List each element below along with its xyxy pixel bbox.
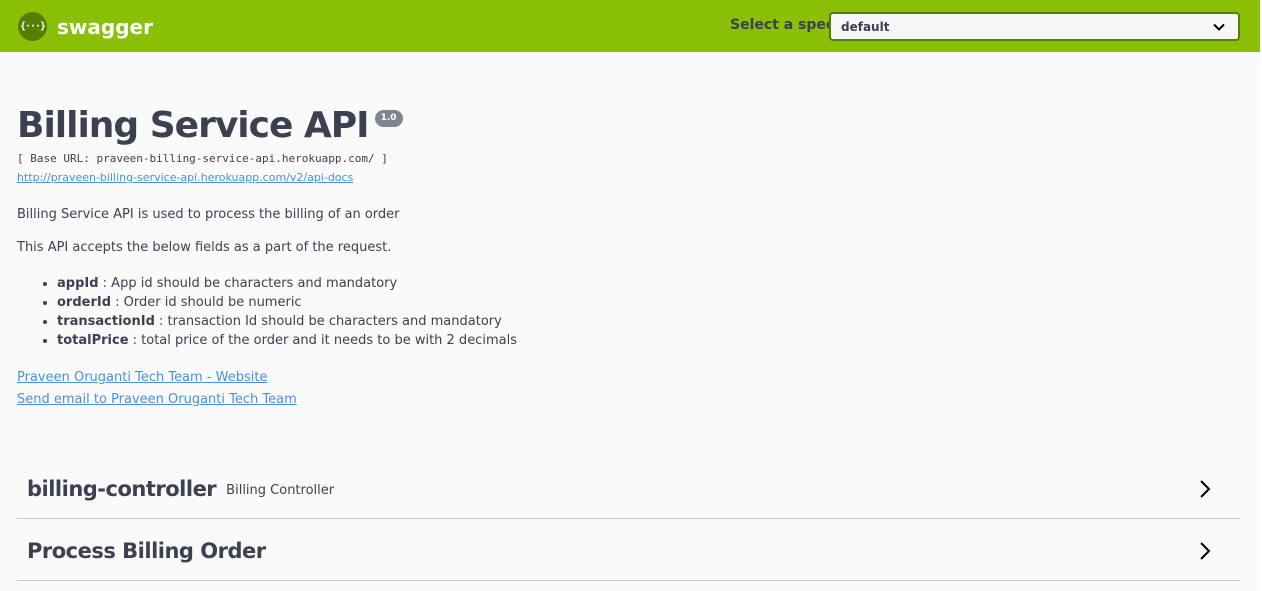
list-item: totalPrice : total price of the order an…: [57, 331, 1240, 350]
swagger-logo-icon: {···}: [18, 12, 47, 41]
field-name: appId: [57, 276, 99, 291]
chevron-right-icon[interactable]: [1198, 541, 1212, 561]
chevron-down-icon: [1213, 23, 1225, 31]
tag-description: Billing Controller: [226, 483, 335, 498]
api-description: Billing Service API is used to process t…: [17, 207, 400, 222]
list-item: transactionId : transaction Id should be…: [57, 312, 1240, 331]
tag-section-billing-controller[interactable]: billing-controller Billing Controller: [17, 460, 1240, 519]
fields-list: appId : App id should be characters and …: [57, 274, 1240, 350]
version-badge: 1.0: [374, 110, 403, 127]
base-url: [ Base URL: praveen-billing-service-api.…: [17, 152, 388, 165]
field-text: : App id should be characters and mandat…: [98, 276, 398, 291]
topbar: {···} swagger Select a spec default: [0, 0, 1260, 52]
swagger-logo-text: swagger: [57, 14, 153, 39]
swagger-logo[interactable]: {···} swagger: [18, 12, 153, 41]
api-docs-link[interactable]: http://praveen-billing-service-api.herok…: [17, 171, 1240, 184]
api-description-fields-intro: This API accepts the below fields as a p…: [17, 240, 392, 255]
field-text: : transaction Id should be characters an…: [154, 314, 502, 329]
api-title: Billing Service API: [17, 105, 370, 146]
tag-name: billing-controller: [27, 477, 217, 501]
field-name: totalPrice: [57, 333, 129, 348]
contact: Praveen Oruganti Tech Team - Website Sen…: [17, 367, 1240, 411]
title-row: Billing Service API 1.0: [17, 100, 1240, 152]
field-text: : total price of the order and it needs …: [128, 333, 517, 348]
spec-select-label: Select a spec: [730, 17, 835, 33]
list-item: orderId : Order id should be numeric: [57, 293, 1240, 312]
contact-email-link[interactable]: Send email to Praveen Oruganti Tech Team: [17, 389, 1240, 411]
spec-select[interactable]: default: [829, 12, 1240, 41]
api-info: Billing Service API 1.0 [ Base URL: prav…: [17, 100, 1240, 411]
contact-website-link[interactable]: Praveen Oruganti Tech Team - Website: [17, 367, 1240, 389]
tag-name: Process Billing Order: [27, 539, 266, 563]
spec-select-value: default: [841, 19, 890, 34]
field-name: transactionId: [57, 314, 155, 329]
field-name: orderId: [57, 295, 112, 310]
chevron-right-icon[interactable]: [1198, 479, 1212, 499]
list-item: appId : App id should be characters and …: [57, 274, 1240, 293]
field-text: : Order id should be numeric: [111, 295, 302, 310]
tag-section-process-billing-order[interactable]: Process Billing Order: [17, 522, 1240, 581]
